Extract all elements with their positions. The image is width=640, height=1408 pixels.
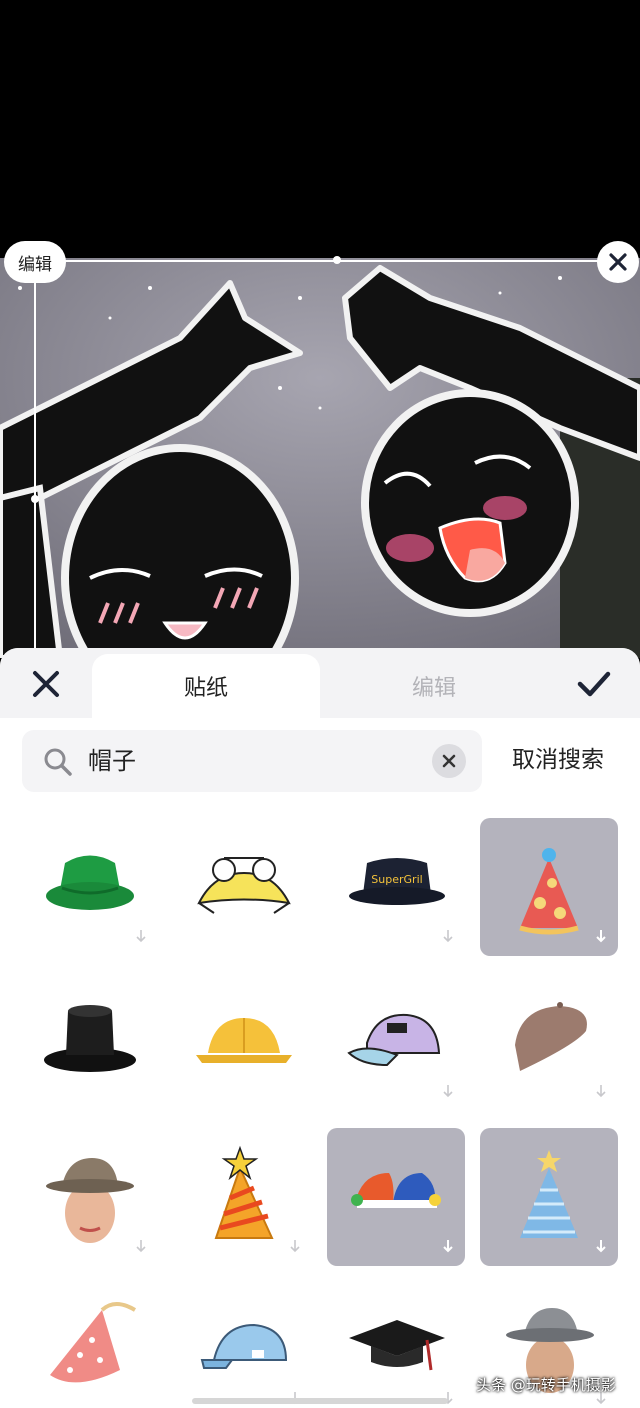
download-icon [443, 1240, 453, 1253]
sticker-orange-star-party-hat[interactable] [174, 1128, 312, 1266]
download-icon [290, 1240, 300, 1253]
watermark: 头条 @玩转手机摄影 [476, 1376, 616, 1394]
top-black-area [0, 0, 640, 258]
home-indicator[interactable] [192, 1398, 448, 1404]
sticker-edit-button[interactable]: 编辑 [4, 241, 66, 283]
sticker-light-blue-cap[interactable] [174, 1280, 312, 1408]
download-icon [596, 1085, 606, 1098]
sticker-man-fedora[interactable] [20, 1128, 158, 1266]
cancel-search-button[interactable]: 取消搜索 [512, 744, 604, 776]
tab-bar: 贴纸 编辑 [0, 648, 640, 718]
photo-canvas[interactable] [0, 258, 640, 658]
frame-handle-left[interactable] [31, 495, 39, 503]
download-icon [596, 930, 606, 943]
tab-edit-label: 编辑 [411, 676, 456, 701]
search-input[interactable]: 帽子 [88, 744, 136, 778]
sticker-jester-hat[interactable] [327, 1128, 465, 1266]
frame-left-edge[interactable] [34, 260, 36, 650]
sticker-blue-star-party-hat[interactable] [480, 1128, 618, 1266]
sticker-graduation-cap[interactable] [327, 1280, 465, 1408]
sticker-navy-bucket-hat[interactable]: SuperGril [327, 818, 465, 956]
sticker-panel: 贴纸 编辑 帽子 取消搜索 SuperGril [0, 648, 640, 1408]
download-icon [136, 930, 146, 943]
sticker-yellow-frog-hat[interactable] [174, 818, 312, 956]
hat-label: SuperGril [371, 873, 422, 886]
frame-handle-top[interactable] [333, 256, 341, 264]
tab-edit[interactable]: 编辑 [320, 654, 548, 718]
clear-search-button[interactable] [432, 744, 466, 778]
clear-icon [442, 754, 456, 768]
confirm-check-icon[interactable] [576, 668, 612, 700]
yellow-safety-cap-icon [196, 1018, 292, 1063]
photo-image [0, 258, 640, 658]
close-panel-icon[interactable] [30, 668, 62, 700]
download-icon [136, 1240, 146, 1253]
sticker-green-bucket-hat[interactable] [20, 818, 158, 956]
sticker-black-top-hat[interactable] [20, 973, 158, 1111]
yellow-frog-hat-icon [197, 857, 291, 914]
sticker-remove-button[interactable] [597, 241, 639, 283]
sticker-brown-beret[interactable] [480, 973, 618, 1111]
black-top-hat-icon [44, 1005, 136, 1072]
sticker-holographic-cap[interactable] [327, 973, 465, 1111]
sticker-pink-dotted-party-hat[interactable] [20, 1280, 158, 1408]
light-blue-cap-icon [200, 1323, 288, 1369]
pink-dotted-party-hat-icon [50, 1302, 137, 1383]
sticker-edit-label: 编辑 [18, 254, 52, 275]
search-icon [44, 748, 72, 776]
download-icon [443, 1085, 453, 1098]
close-icon [609, 253, 627, 271]
sticker-yellow-safety-cap[interactable] [174, 973, 312, 1111]
sticker-red-party-hat[interactable] [480, 818, 618, 956]
download-icon [443, 930, 453, 943]
graduation-cap-icon [349, 1320, 445, 1371]
tab-stickers-label: 贴纸 [183, 676, 228, 701]
tab-stickers[interactable]: 贴纸 [92, 654, 320, 718]
download-icon [596, 1240, 606, 1253]
search-field[interactable]: 帽子 [22, 730, 482, 792]
